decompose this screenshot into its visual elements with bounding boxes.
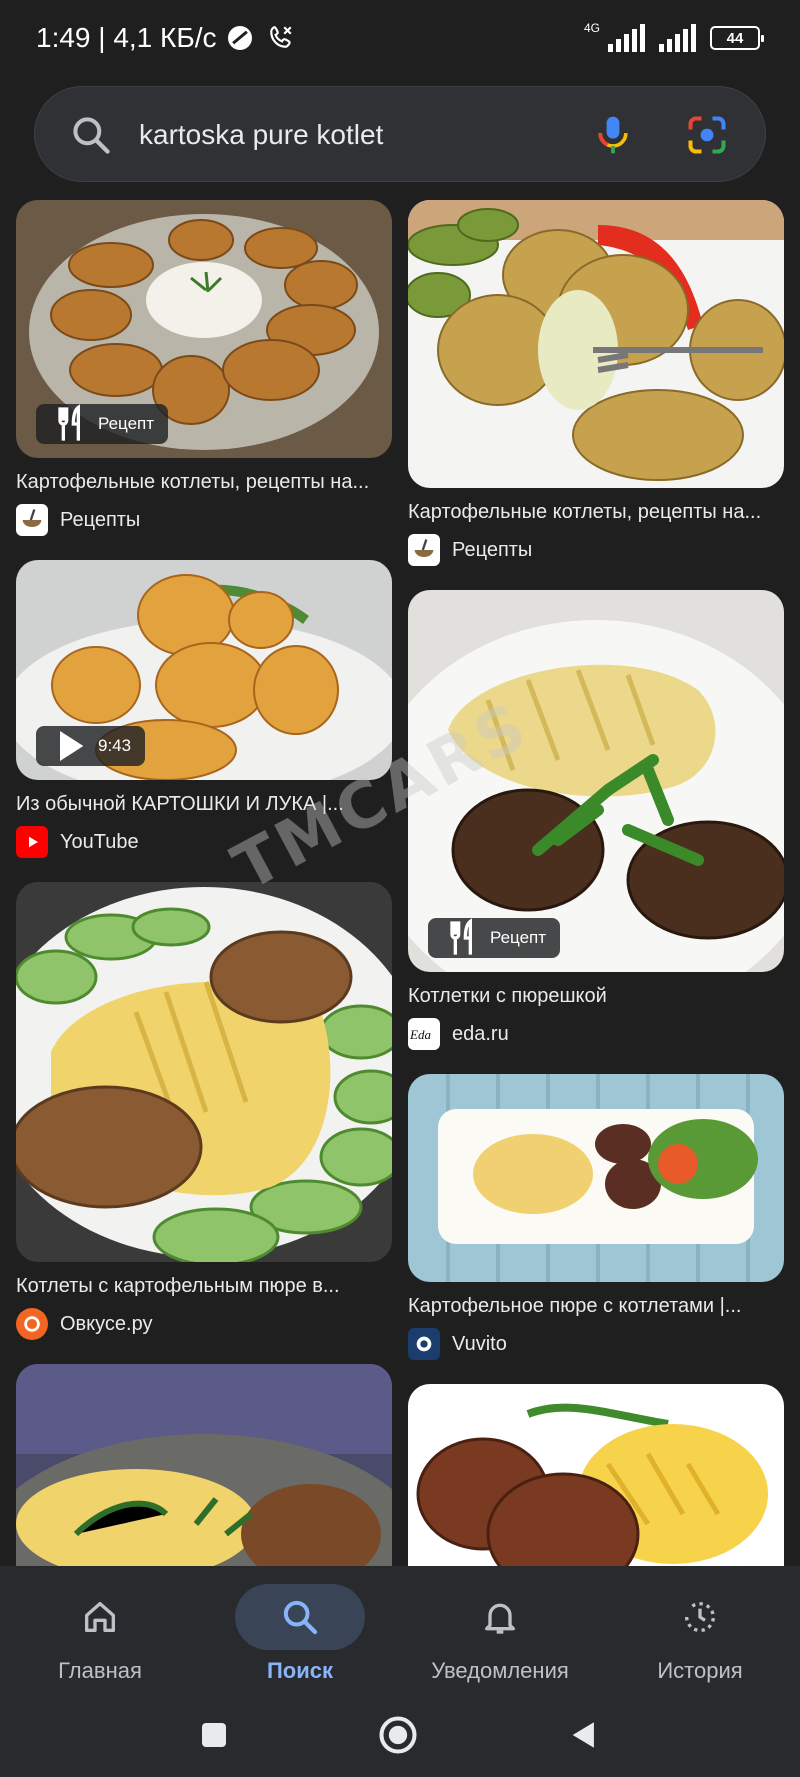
youtube-icon	[16, 826, 48, 858]
eda-logo: Eda	[409, 1027, 431, 1042]
result-source[interactable]: Eda eda.ru	[408, 1018, 784, 1050]
result-source-name: YouTube	[60, 830, 139, 853]
nav-notifications[interactable]: Уведомления	[400, 1574, 600, 1684]
result-image[interactable]: Рецепт	[16, 200, 392, 458]
ovkuse-icon	[16, 1308, 48, 1340]
result-title[interactable]: Картофельные котлеты, рецепты на...	[408, 498, 784, 526]
cutlery-icon	[450, 918, 472, 955]
result-card[interactable]: 9:43 Из обычной КАРТОШКИ И ЛУКА |... You…	[16, 560, 392, 858]
status-time-text: 1:49 | 4,1 КБ/с	[36, 22, 217, 53]
nav-home-icon-wrap	[35, 1584, 165, 1650]
result-card[interactable]: Котлеты с картофельным пюре в... Овкусе.…	[16, 882, 392, 1340]
back-button[interactable]	[556, 1710, 612, 1760]
status-bar: 1:49 | 4,1 КБ/с 4G 44	[0, 0, 800, 80]
recipe-bowl-icon	[408, 534, 440, 566]
home-button[interactable]	[370, 1710, 426, 1760]
video-duration-badge: 9:43	[36, 726, 146, 766]
system-navigation	[0, 1690, 800, 1777]
result-source[interactable]: Рецепты	[408, 534, 784, 566]
recipe-badge: Рецепт	[36, 404, 169, 444]
nav-notifications-label: Уведомления	[431, 1658, 569, 1683]
circle-icon	[379, 1716, 417, 1754]
signal-icon	[608, 24, 645, 52]
result-card[interactable]	[408, 1384, 784, 1566]
result-card[interactable]: Рецепт Картофельные котлеты, рецепты на.…	[16, 200, 392, 536]
nav-search-label: Поиск	[266, 1658, 334, 1683]
nav-history[interactable]: История	[600, 1574, 800, 1684]
badge-label: 9:43	[98, 736, 132, 755]
back-triangle-icon	[572, 1722, 594, 1748]
badge-label: Рецепт	[98, 414, 155, 433]
search-icon	[73, 117, 110, 154]
result-image[interactable]: 9:43	[16, 560, 392, 780]
svg-text:Eda: Eda	[409, 1027, 431, 1042]
result-image[interactable]	[408, 1074, 784, 1282]
no-disturb-icon	[228, 26, 253, 50]
nav-notifications-icon-wrap	[435, 1584, 565, 1650]
result-source-name: Овкусе.ру	[60, 1312, 153, 1335]
result-title[interactable]: Из обычной КАРТОШКИ И ЛУКА |...	[16, 790, 392, 818]
nav-home[interactable]: Главная	[0, 1574, 200, 1684]
battery-level: 44	[726, 29, 744, 47]
nav-history-label: История	[657, 1658, 743, 1683]
bottom-navigation: Главная Поиск Уведомления История	[0, 1566, 800, 1690]
result-image[interactable]	[16, 882, 392, 1262]
result-image[interactable]	[408, 1384, 784, 1566]
result-source[interactable]: Рецепты	[16, 504, 392, 536]
search-icon	[283, 1600, 318, 1635]
result-source[interactable]: Овкусе.ру	[16, 1308, 392, 1340]
result-source-name: Vuvito	[452, 1332, 507, 1355]
recipe-badge: Рецепт	[428, 918, 561, 958]
signal-icon-2	[659, 24, 696, 52]
result-title[interactable]: Котлеты с картофельным пюре в...	[16, 1272, 392, 1300]
result-card[interactable]	[16, 1364, 392, 1566]
nav-home-label: Главная	[58, 1658, 142, 1683]
nav-history-icon-wrap	[635, 1584, 765, 1650]
nav-search[interactable]: Поиск	[200, 1574, 400, 1684]
image-results-grid: Рецепт Картофельные котлеты, рецепты на.…	[0, 200, 800, 1566]
status-time: 1:49 | 4,1 КБ/с	[36, 22, 294, 57]
results-column-left: Рецепт Картофельные котлеты, рецепты на.…	[16, 200, 392, 1566]
result-card[interactable]: Картофельное пюре с котлетами |... Vuvit…	[408, 1074, 784, 1360]
search-bar[interactable]	[34, 86, 766, 183]
result-title[interactable]: Картофельные котлеты, рецепты на...	[16, 468, 392, 496]
lens-icon[interactable]	[685, 113, 729, 157]
result-title[interactable]: Котлетки с пюрешкой	[408, 982, 784, 1010]
result-source-name: eda.ru	[452, 1022, 509, 1045]
eda-icon: Eda	[408, 1018, 440, 1050]
microphone-icon[interactable]	[591, 113, 635, 157]
result-image[interactable]	[408, 200, 784, 488]
result-source-name: Рецепты	[452, 538, 533, 561]
result-source[interactable]: Vuvito	[408, 1328, 784, 1360]
network-type: 4G	[583, 21, 600, 35]
results-column-right: Картофельные котлеты, рецепты на... Реце…	[408, 200, 784, 1566]
result-card[interactable]: Картофельные котлеты, рецепты на... Реце…	[408, 200, 784, 566]
vuvito-icon	[408, 1328, 440, 1360]
history-icon	[684, 1602, 715, 1633]
result-title[interactable]: Картофельное пюре с котлетами |...	[408, 1292, 784, 1320]
result-card[interactable]: Рецепт Котлетки с пюрешкой Eda eda.ru	[408, 590, 784, 1050]
home-icon	[85, 1602, 116, 1632]
cutlery-icon	[58, 404, 80, 441]
play-icon	[60, 731, 84, 761]
recipe-bowl-icon	[16, 504, 48, 536]
status-icons: 4G 44	[583, 21, 764, 52]
result-source-name: Рецепты	[60, 508, 141, 531]
search-input[interactable]	[139, 87, 599, 183]
bell-icon	[485, 1603, 515, 1634]
battery-icon: 44	[710, 26, 764, 50]
call-forward-icon	[268, 24, 294, 57]
result-image[interactable]: Рецепт	[408, 590, 784, 972]
result-image[interactable]	[16, 1364, 392, 1566]
nav-search-icon-wrap	[235, 1584, 365, 1650]
square-icon	[202, 1723, 226, 1747]
result-source[interactable]: YouTube	[16, 826, 392, 858]
badge-label: Рецепт	[490, 928, 547, 947]
recent-apps-button[interactable]	[186, 1710, 242, 1760]
